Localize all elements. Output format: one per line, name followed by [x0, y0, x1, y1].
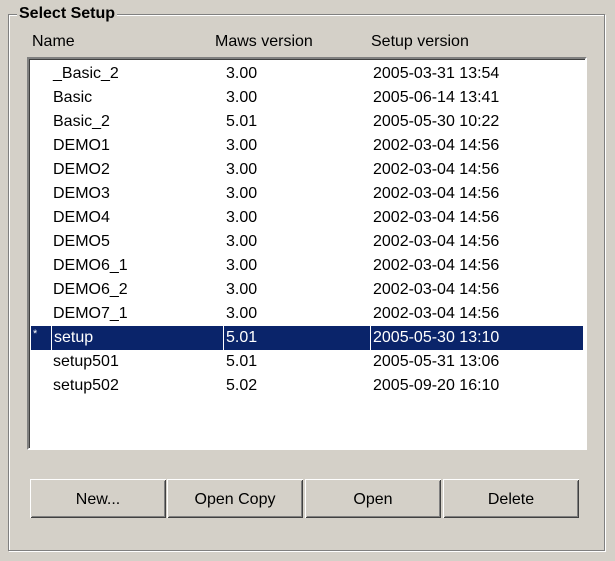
setup-maws-version: 3.00 [226, 185, 258, 202]
setup-name: DEMO4 [53, 209, 110, 226]
open-copy-button[interactable]: Open Copy [167, 479, 303, 518]
setup-version-date: 2002-03-04 14:56 [373, 137, 500, 154]
setup-maws-version: 3.00 [226, 161, 258, 178]
setup-version-date: 2005-05-30 10:22 [373, 113, 500, 130]
setup-name: DEMO5 [53, 233, 110, 250]
setup-maws-version: 3.00 [226, 257, 258, 274]
setup-list-row[interactable]: Basic_2 5.01 2005-05-30 10:22 [31, 110, 583, 134]
setup-list-row[interactable]: _Basic_2 3.00 2005-03-31 13:54 [31, 62, 583, 86]
setup-version-date: 2002-03-04 14:56 [373, 281, 500, 298]
setup-maws-version: 3.00 [226, 89, 258, 106]
setup-name: DEMO6_1 [53, 257, 128, 274]
column-header-maws-version: Maws version [215, 33, 313, 50]
setup-list-row[interactable]: setup501 5.01 2005-05-31 13:06 [31, 350, 583, 374]
setup-name: setup502 [53, 377, 119, 394]
setup-list-row[interactable]: Basic 3.00 2005-06-14 13:41 [31, 86, 583, 110]
setup-maws-version: 5.01 [226, 113, 258, 130]
setup-version-date: 2005-05-30 13:10 [370, 326, 499, 350]
setup-version-date: 2002-03-04 14:56 [373, 233, 500, 250]
setup-list-row[interactable]: DEMO4 3.00 2002-03-04 14:56 [31, 206, 583, 230]
setup-version-date: 2002-03-04 14:56 [373, 257, 500, 274]
delete-button[interactable]: Delete [443, 479, 579, 518]
setup-name: DEMO6_2 [53, 281, 128, 298]
setup-name: Basic [53, 89, 93, 106]
setup-version-date: 2005-03-31 13:54 [373, 65, 500, 82]
setup-maws-version: 3.00 [226, 233, 258, 250]
setup-list-row[interactable]: DEMO3 3.00 2002-03-04 14:56 [31, 182, 583, 206]
setup-name: setup [51, 326, 93, 350]
setup-maws-version: 3.00 [226, 137, 258, 154]
setup-maws-version: 3.00 [226, 65, 258, 82]
setup-list-row[interactable]: * setup 5.01 2005-05-30 13:10 [31, 326, 583, 350]
setup-name: DEMO3 [53, 185, 110, 202]
column-header-name: Name [32, 33, 75, 50]
select-setup-dialog: Select Setup Name Maws version Setup ver… [0, 0, 615, 561]
open-button[interactable]: Open [305, 479, 441, 518]
setup-maws-version: 5.01 [226, 353, 258, 370]
setup-version-date: 2002-03-04 14:56 [373, 305, 500, 322]
setup-listbox[interactable]: _Basic_2 3.00 2005-03-31 13:54 Basic 3.00 200… [27, 57, 587, 450]
current-setup-marker: * [33, 328, 38, 340]
setup-version-date: 2002-03-04 14:56 [373, 209, 500, 226]
setup-name: setup501 [53, 353, 119, 370]
setup-version-date: 2005-05-31 13:06 [373, 353, 500, 370]
setup-name: Basic_2 [53, 113, 110, 130]
setup-name: DEMO1 [53, 137, 110, 154]
setup-version-date: 2005-09-20 16:10 [373, 377, 500, 394]
setup-version-date: 2005-06-14 13:41 [373, 89, 500, 106]
setup-list-row[interactable]: DEMO7_1 3.00 2002-03-04 14:56 [31, 302, 583, 326]
setup-name: DEMO7_1 [53, 305, 128, 322]
setup-name: DEMO2 [53, 161, 110, 178]
setup-version-date: 2002-03-04 14:56 [373, 161, 500, 178]
setup-list-row[interactable]: DEMO1 3.00 2002-03-04 14:56 [31, 134, 583, 158]
setup-list-row[interactable]: DEMO6_1 3.00 2002-03-04 14:56 [31, 254, 583, 278]
setup-maws-version: 3.00 [226, 305, 258, 322]
setup-maws-version: 3.00 [226, 281, 258, 298]
new-button[interactable]: New... [30, 479, 166, 518]
setup-version-date: 2002-03-04 14:56 [373, 185, 500, 202]
setup-list-row[interactable]: DEMO6_2 3.00 2002-03-04 14:56 [31, 278, 583, 302]
setup-name: _Basic_2 [53, 65, 119, 82]
setup-maws-version: 3.00 [226, 209, 258, 226]
group-title: Select Setup [17, 4, 118, 24]
setup-maws-version: 5.02 [226, 377, 258, 394]
setup-list-row[interactable]: setup502 5.02 2005-09-20 16:10 [31, 374, 583, 398]
column-header-setup-version: Setup version [371, 33, 469, 50]
setup-list-row[interactable]: DEMO5 3.00 2002-03-04 14:56 [31, 230, 583, 254]
setup-maws-version: 5.01 [223, 326, 257, 350]
setup-list-row[interactable]: DEMO2 3.00 2002-03-04 14:56 [31, 158, 583, 182]
